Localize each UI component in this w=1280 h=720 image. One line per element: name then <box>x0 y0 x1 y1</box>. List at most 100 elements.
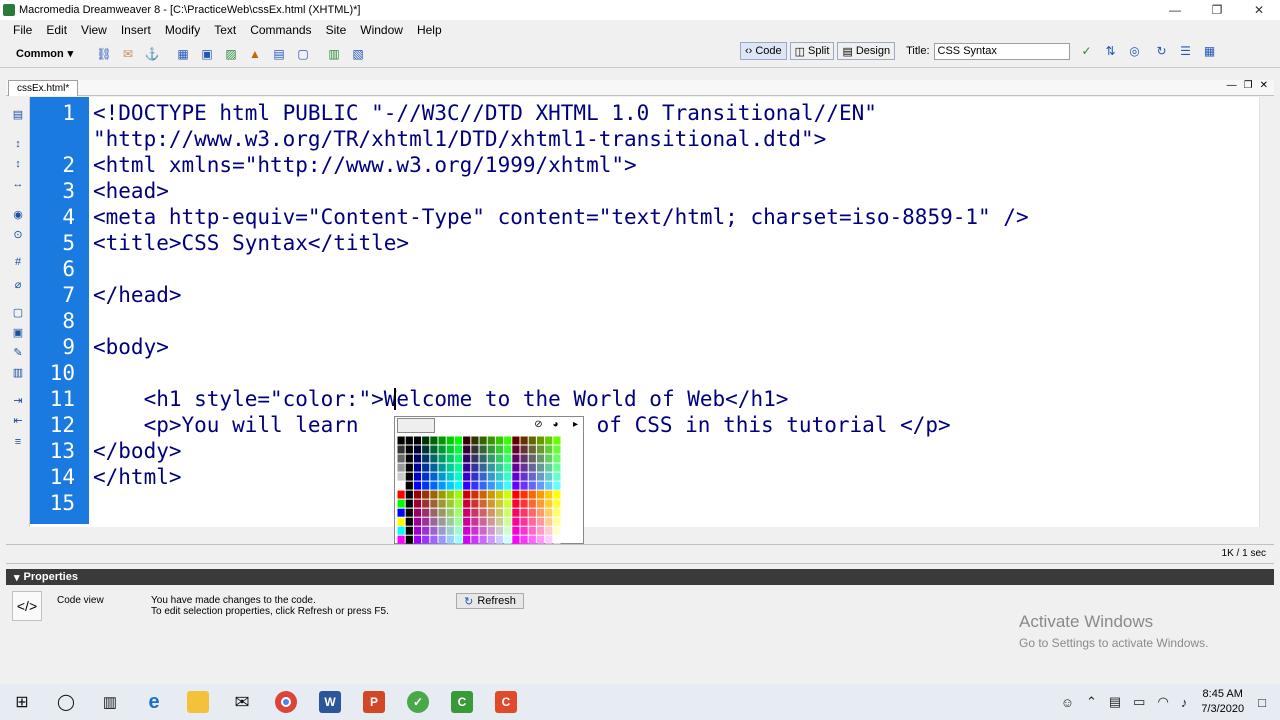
color-swatch[interactable] <box>479 499 487 508</box>
color-swatch[interactable] <box>430 517 438 526</box>
color-swatch[interactable] <box>479 526 487 535</box>
color-swatch[interactable] <box>553 508 561 517</box>
color-swatch[interactable] <box>479 535 487 544</box>
menu-commands[interactable]: Commands <box>243 23 318 37</box>
doc-title-input[interactable] <box>933 42 1070 60</box>
color-swatch[interactable] <box>422 499 430 508</box>
highlight-invalid-icon[interactable]: ⌀ <box>11 277 25 291</box>
color-swatch[interactable] <box>413 436 422 445</box>
color-swatch[interactable] <box>438 463 446 472</box>
color-swatch[interactable] <box>545 490 553 499</box>
edge-icon[interactable]: e <box>132 684 176 720</box>
color-swatch[interactable] <box>446 526 454 535</box>
color-swatch[interactable] <box>471 481 479 490</box>
color-swatch[interactable] <box>479 472 487 481</box>
color-swatch[interactable] <box>397 535 405 544</box>
color-swatch[interactable] <box>512 490 520 499</box>
check-browser-icon[interactable]: ✓ <box>1078 42 1096 60</box>
color-swatch[interactable] <box>463 481 471 490</box>
color-swatch[interactable] <box>512 454 520 463</box>
color-swatch[interactable] <box>422 526 430 535</box>
color-swatch[interactable] <box>454 445 463 454</box>
color-swatch[interactable] <box>504 454 512 463</box>
color-swatch[interactable] <box>487 481 495 490</box>
color-swatch[interactable] <box>520 499 528 508</box>
tag-chooser-icon[interactable]: ▧ <box>349 45 367 63</box>
color-swatch[interactable] <box>454 490 463 499</box>
color-swatch[interactable] <box>487 463 495 472</box>
color-swatch[interactable] <box>487 454 495 463</box>
color-swatch[interactable] <box>430 490 438 499</box>
insert-category-dropdown[interactable]: Common ▾ <box>0 47 92 61</box>
color-swatch[interactable] <box>422 517 430 526</box>
color-swatch[interactable] <box>438 454 446 463</box>
color-swatch[interactable] <box>454 436 463 445</box>
color-swatch[interactable] <box>454 454 463 463</box>
color-swatch[interactable] <box>504 490 512 499</box>
color-swatch[interactable] <box>512 508 520 517</box>
color-swatch[interactable] <box>528 508 536 517</box>
indent-icon[interactable]: ⇥ <box>11 393 25 407</box>
color-swatch[interactable] <box>479 463 487 472</box>
color-swatch[interactable] <box>528 454 536 463</box>
close-button[interactable]: ✕ <box>1238 0 1280 20</box>
menu-window[interactable]: Window <box>353 23 410 37</box>
color-swatch[interactable] <box>504 436 512 445</box>
color-swatch[interactable] <box>422 454 430 463</box>
color-swatch[interactable] <box>430 481 438 490</box>
color-swatch[interactable] <box>438 508 446 517</box>
camtasia-recorder-icon[interactable]: C <box>484 684 528 720</box>
color-swatch[interactable] <box>536 526 545 535</box>
color-swatch[interactable] <box>495 454 504 463</box>
color-swatch[interactable] <box>520 472 528 481</box>
color-swatch[interactable] <box>422 508 430 517</box>
file-management-icon[interactable]: ⇅ <box>1102 42 1120 60</box>
color-swatch[interactable] <box>487 490 495 499</box>
color-swatch[interactable] <box>463 517 471 526</box>
color-swatch[interactable] <box>504 445 512 454</box>
task-view-icon[interactable]: ▥ <box>88 684 132 720</box>
color-swatch[interactable] <box>545 472 553 481</box>
color-swatch[interactable] <box>520 490 528 499</box>
color-swatch[interactable] <box>528 481 536 490</box>
color-swatch[interactable] <box>397 526 405 535</box>
menu-text[interactable]: Text <box>207 23 243 37</box>
color-swatch[interactable] <box>413 481 422 490</box>
outdent-icon[interactable]: ⇤ <box>11 413 25 427</box>
color-swatch[interactable] <box>454 463 463 472</box>
color-swatch[interactable] <box>405 526 413 535</box>
color-swatch[interactable] <box>471 463 479 472</box>
color-swatch[interactable] <box>520 517 528 526</box>
color-swatch[interactable] <box>454 526 463 535</box>
color-swatch[interactable] <box>504 472 512 481</box>
system-color-picker-icon[interactable]: ◕ <box>549 418 562 431</box>
menu-modify[interactable]: Modify <box>158 23 207 37</box>
no-color-icon[interactable]: ⊘ <box>532 418 545 431</box>
collapse-selection-icon[interactable]: ↕ <box>11 157 25 171</box>
refresh-icon[interactable]: ↻ <box>1153 42 1171 60</box>
color-swatch[interactable] <box>463 508 471 517</box>
color-swatch[interactable] <box>438 445 446 454</box>
color-swatch[interactable] <box>446 481 454 490</box>
color-swatch[interactable] <box>504 535 512 544</box>
color-swatch[interactable] <box>479 436 487 445</box>
color-swatch[interactable] <box>528 526 536 535</box>
color-swatch[interactable] <box>446 517 454 526</box>
color-swatch[interactable] <box>545 526 553 535</box>
color-swatch[interactable] <box>397 463 405 472</box>
wifi-icon[interactable]: ◠ <box>1157 694 1168 710</box>
color-swatch[interactable] <box>397 499 405 508</box>
color-swatch[interactable] <box>463 445 471 454</box>
color-swatch[interactable] <box>495 508 504 517</box>
picker-menu-arrow-icon[interactable]: ▸ <box>569 418 582 431</box>
color-swatch[interactable] <box>405 499 413 508</box>
color-swatch[interactable] <box>446 445 454 454</box>
color-swatch[interactable] <box>430 463 438 472</box>
remove-comment-icon[interactable]: ▣ <box>11 325 25 339</box>
collapse-tag-icon[interactable]: ↕ <box>11 137 25 151</box>
windows-start-icon[interactable]: ⊞ <box>0 684 44 720</box>
menu-site[interactable]: Site <box>319 23 354 37</box>
menu-view[interactable]: View <box>74 23 114 37</box>
open-documents-icon[interactable]: ▤ <box>11 107 25 121</box>
color-swatch[interactable] <box>405 508 413 517</box>
